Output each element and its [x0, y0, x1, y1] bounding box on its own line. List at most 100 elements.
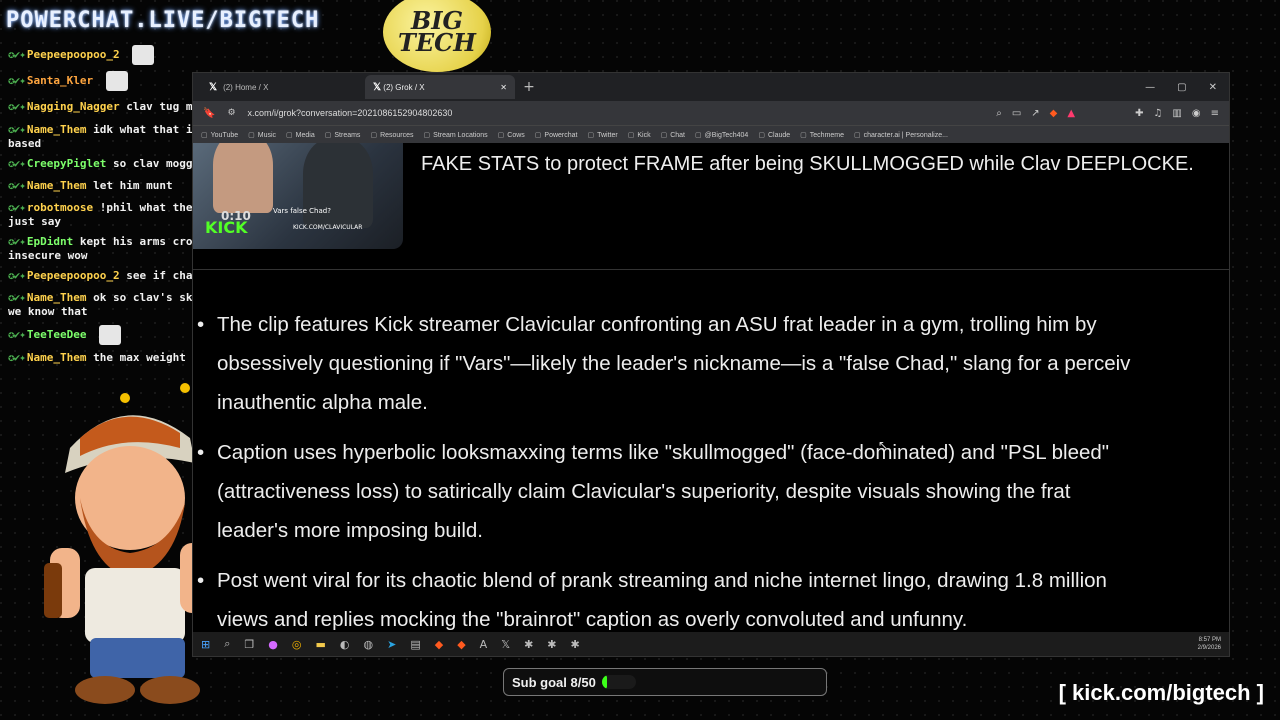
- grok-response: The clip features Kick streamer Clavicul…: [197, 305, 1229, 650]
- video-thumbnail[interactable]: 0:10 Vars false Chad? KICK KICK.COM/CLAV…: [193, 143, 403, 249]
- response-bullet: The clip features Kick streamer Clavicul…: [197, 305, 1229, 422]
- url-field[interactable]: x.com/i/grok?conversation=20210861529048…: [248, 108, 453, 118]
- chrome-icon[interactable]: ◎: [292, 638, 302, 651]
- music-icon[interactable]: ♫: [1153, 108, 1162, 119]
- bookmark-icon[interactable]: 🔖: [203, 108, 215, 119]
- tool-icon-3[interactable]: ✱: [571, 638, 580, 651]
- copilot-icon[interactable]: ●: [268, 638, 278, 651]
- address-bar: 🔖 ⚙ x.com/i/grok?conversation=2021086152…: [193, 101, 1229, 125]
- response-line: (attractiveness loss) to satirically cla…: [217, 480, 1071, 503]
- video-caption: Vars false Chad?: [273, 207, 331, 215]
- brave-active-icon[interactable]: ◆: [457, 638, 465, 651]
- badge-icons: ✪✔✦: [8, 328, 26, 341]
- file-explorer-icon[interactable]: ▬: [315, 638, 325, 651]
- chat-username[interactable]: robotmoose: [27, 201, 93, 214]
- chat-username[interactable]: Peepeepoopoo_2: [27, 48, 120, 61]
- bookmark-item[interactable]: character.ai | Personalize...: [854, 131, 948, 139]
- bookmark-item[interactable]: Kick: [628, 131, 650, 139]
- bookmark-item[interactable]: YouTube: [201, 131, 239, 139]
- response-line: Caption uses hyperbolic looksmaxxing ter…: [217, 441, 1110, 464]
- site-settings-icon[interactable]: ⚙: [227, 108, 235, 118]
- stream-title: POWERCHAT.LIVE/BIGTECH: [6, 8, 320, 33]
- bookmark-item[interactable]: Chat: [661, 131, 685, 139]
- chat-username[interactable]: TeeTeeDee: [27, 328, 87, 341]
- tool-icon-2[interactable]: ✱: [547, 638, 556, 651]
- taskbar: ⊞ ⌕ ❐ ● ◎ ▬ ◐ ◍ ➤ ▤ ◆ ◆ A 𝕏 ✱ ✱ ✱ 8:57 P…: [193, 632, 1229, 656]
- brave-shield-icon[interactable]: ◆: [1050, 108, 1058, 119]
- chat-username[interactable]: Name_Them: [27, 179, 87, 192]
- browser-window: 𝕏 (2) Home / X 𝕏 (2) Grok / X ✕ + — ▢ ✕ …: [192, 72, 1230, 657]
- chat-username[interactable]: CreepyPiglet: [27, 157, 106, 170]
- response-line: The clip features Kick streamer Clavicul…: [217, 313, 1097, 336]
- new-tab-button[interactable]: +: [519, 79, 539, 95]
- chat-username[interactable]: Name_Them: [27, 291, 87, 304]
- sub-goal-progress-bar: [601, 675, 636, 689]
- badge-icons: ✪✔✦: [8, 235, 26, 248]
- rewards-icon[interactable]: ▲: [1067, 108, 1075, 119]
- response-line: obsessively questioning if "Vars"—likely…: [217, 352, 1131, 375]
- chat-username[interactable]: Santa_Kler: [27, 74, 93, 87]
- response-line: inauthentic alpha male.: [217, 391, 428, 414]
- tab-grok-label: (2) Grok / X: [383, 82, 425, 92]
- chat-username[interactable]: EpDidnt: [27, 235, 73, 248]
- chat-username[interactable]: Name_Them: [27, 351, 87, 364]
- screen-icon[interactable]: ▭: [1012, 108, 1021, 119]
- badge-icons: ✪✔✦: [8, 157, 26, 170]
- tab-grok[interactable]: 𝕏 (2) Grok / X ✕: [365, 75, 515, 99]
- menu-icon[interactable]: ≡: [1211, 108, 1219, 119]
- windows-start-icon[interactable]: ⊞: [201, 638, 210, 651]
- text-app-icon[interactable]: A: [480, 638, 488, 651]
- chat-message: ✪✔✦ Peepeepoopoo_2: [8, 42, 292, 68]
- tool-icon-1[interactable]: ✱: [524, 638, 533, 651]
- chat-text: let him munt: [93, 179, 173, 192]
- kick-channel-link: [ kick.com/bigtech ]: [1058, 680, 1264, 705]
- bookmark-item[interactable]: @BigTech404: [695, 131, 749, 139]
- response-bullet: Caption uses hyperbolic looksmaxxing ter…: [197, 433, 1229, 550]
- share-icon[interactable]: ↗: [1031, 108, 1039, 119]
- sub-goal-label: Sub goal 8/50: [512, 674, 596, 690]
- task-view-icon[interactable]: ❐: [244, 638, 254, 651]
- extensions-icon[interactable]: ✚: [1135, 108, 1143, 119]
- badge-icons: ✪✔✦: [8, 201, 26, 214]
- obs-icon[interactable]: ◍: [364, 638, 374, 651]
- response-line: Post went viral for its chaotic blend of…: [217, 569, 1107, 592]
- telegram-icon[interactable]: ➤: [387, 638, 396, 651]
- bookmark-item[interactable]: Cows: [498, 131, 525, 139]
- badge-icons: ✪✔✦: [8, 74, 26, 87]
- chat-username[interactable]: Name_Them: [27, 123, 87, 136]
- sidebar-icon[interactable]: ▥: [1172, 108, 1181, 119]
- close-window-button[interactable]: ✕: [1209, 82, 1217, 93]
- badge-icons: ✪✔✦: [8, 48, 26, 61]
- post-caption: FAKE STATS to protect FRAME after being …: [421, 153, 1194, 175]
- tab-bar: 𝕏 (2) Home / X 𝕏 (2) Grok / X ✕ + — ▢ ✕: [193, 73, 1229, 101]
- close-tab-icon[interactable]: ✕: [500, 83, 507, 92]
- chat-username[interactable]: Nagging_Nagger: [27, 100, 120, 113]
- bookmark-item[interactable]: Media: [286, 131, 315, 139]
- zoom-icon[interactable]: ⌕: [996, 108, 1002, 119]
- bookmark-item[interactable]: Powerchat: [535, 131, 577, 139]
- badge-icons: ✪✔✦: [8, 179, 26, 192]
- sub-goal-widget: Sub goal 8/50: [503, 668, 827, 696]
- badge-icons: ✪✔✦: [8, 291, 26, 304]
- window-controls: — ▢ ✕: [1145, 82, 1229, 93]
- system-clock[interactable]: 8:57 PM 2/9/2026: [1198, 636, 1221, 652]
- bookmark-item[interactable]: Streams: [325, 131, 360, 139]
- bookmark-item[interactable]: Claude: [758, 131, 790, 139]
- x-app-icon[interactable]: 𝕏: [501, 638, 510, 651]
- bookmark-item[interactable]: Stream Locations: [424, 131, 487, 139]
- grok-conversation: 0:10 Vars false Chad? KICK KICK.COM/CLAV…: [193, 143, 1229, 632]
- minimize-button[interactable]: —: [1145, 82, 1155, 93]
- steam-icon[interactable]: ◐: [340, 638, 350, 651]
- tab-home[interactable]: 𝕏 (2) Home / X: [201, 75, 361, 99]
- bookmark-item[interactable]: Music: [248, 131, 276, 139]
- bookmark-item[interactable]: Resources: [370, 131, 413, 139]
- brave-icon[interactable]: ◆: [435, 638, 443, 651]
- wallet-icon[interactable]: ◉: [1192, 108, 1201, 119]
- bookmark-item[interactable]: Twitter: [587, 131, 618, 139]
- response-bullet: Post went viral for its chaotic blend of…: [197, 561, 1229, 639]
- app-icon[interactable]: ▤: [410, 638, 420, 651]
- search-icon[interactable]: ⌕: [224, 637, 230, 651]
- chat-username[interactable]: Peepeepoopoo_2: [27, 269, 120, 282]
- bookmark-item[interactable]: Techmeme: [800, 131, 844, 139]
- maximize-button[interactable]: ▢: [1177, 82, 1186, 93]
